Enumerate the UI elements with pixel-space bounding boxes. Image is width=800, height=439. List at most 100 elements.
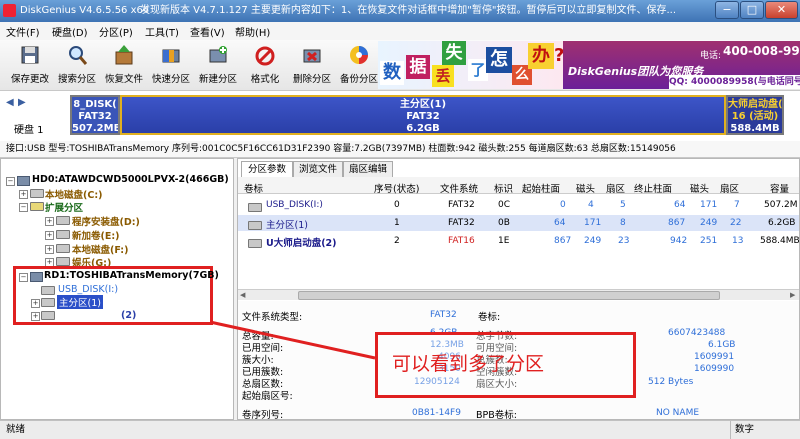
tree-usb-disk[interactable]: USB_DISK(I:) bbox=[58, 284, 118, 295]
usb-disk-icon bbox=[30, 272, 43, 282]
tree-item-e[interactable]: 新加卷(E:) bbox=[72, 228, 119, 242]
col-start-head[interactable]: 磁头 bbox=[576, 181, 595, 195]
close-button[interactable]: ✕ bbox=[765, 1, 798, 19]
menu-bar: 文件(F) 硬盘(D) 分区(P) 工具(T) 查看(V) 帮助(H) bbox=[0, 22, 800, 41]
recover-files-button[interactable]: 恢复文件 bbox=[103, 42, 145, 88]
tab-partition-params[interactable]: 分区参数 bbox=[241, 161, 293, 177]
col-end-sector[interactable]: 扇区 bbox=[720, 181, 739, 195]
hard-disk-icon bbox=[17, 176, 30, 186]
ad-banner[interactable]: 数 据 丢 失 了 怎 么 办 ? DiskGenius团队为您服务 电话: 4… bbox=[378, 41, 800, 89]
tree-item-d[interactable]: 程序安装盘(D:) bbox=[72, 214, 140, 228]
annotation-box: 可以看到多了分区 bbox=[375, 332, 636, 398]
partition-icon bbox=[41, 286, 55, 295]
disk-info-bar: 接口:USB 型号:TOSHIBATransMemory 序列号:001C0C5… bbox=[0, 141, 800, 158]
col-index[interactable]: 序号(状态) bbox=[374, 181, 419, 195]
recover-icon bbox=[115, 45, 133, 65]
new-partition-button[interactable]: 新建分区 bbox=[197, 42, 239, 88]
partition-icon bbox=[248, 203, 262, 212]
tree-item-extended[interactable]: 扩展分区 bbox=[45, 200, 83, 214]
col-start-cyl[interactable]: 起始柱面 bbox=[522, 181, 560, 195]
expand-icon[interactable]: + bbox=[31, 299, 40, 308]
minimize-button[interactable]: − bbox=[715, 1, 739, 19]
table-header bbox=[238, 177, 799, 194]
partition-icon bbox=[41, 298, 55, 307]
tab-browse-files[interactable]: 浏览文件 bbox=[293, 161, 343, 177]
new-partition-icon bbox=[209, 46, 227, 63]
partition-icon bbox=[248, 221, 262, 230]
disk-label: 硬盘 1 bbox=[14, 125, 44, 136]
tree-item-f[interactable]: 本地磁盘(F:) bbox=[72, 242, 128, 256]
menu-file[interactable]: 文件(F) bbox=[6, 24, 40, 39]
next-disk-icon[interactable]: ▶ bbox=[18, 97, 26, 108]
format-icon bbox=[255, 46, 275, 66]
col-end-cyl[interactable]: 终止柱面 bbox=[634, 181, 672, 195]
col-capacity[interactable]: 容量 bbox=[770, 181, 789, 195]
col-fs[interactable]: 文件系统 bbox=[440, 181, 478, 195]
col-start-sector[interactable]: 扇区 bbox=[606, 181, 625, 195]
expand-icon[interactable]: + bbox=[45, 245, 54, 254]
extended-partition-icon bbox=[30, 202, 44, 211]
app-icon bbox=[3, 4, 16, 17]
status-bar: 就绪 数字 bbox=[0, 420, 800, 439]
scroll-right-icon[interactable]: ▶ bbox=[790, 291, 795, 299]
window-title: DiskGenius V4.6.5.56 x64 bbox=[20, 5, 150, 16]
delete-partition-icon bbox=[303, 49, 321, 63]
tree-item-c[interactable]: 本地磁盘(C:) bbox=[45, 187, 102, 201]
partition-icon bbox=[248, 239, 262, 248]
tree-hd0[interactable]: HD0:ATAWDCWD5000LPVX-2(466GB) bbox=[32, 174, 229, 185]
partition-icon bbox=[56, 257, 70, 266]
tab-sector-edit[interactable]: 扇区编辑 bbox=[343, 161, 393, 177]
tree-boot-partition[interactable]: (2) bbox=[121, 310, 136, 321]
volume-label: 卷标: bbox=[478, 312, 501, 323]
menu-disk[interactable]: 硬盘(D) bbox=[52, 24, 88, 39]
tree-primary-partition[interactable]: 主分区(1) bbox=[57, 295, 103, 309]
scrollbar-thumb[interactable] bbox=[298, 291, 720, 300]
title-bar: DiskGenius V4.6.5.56 x64 发现新版本 V4.7.1.12… bbox=[0, 0, 800, 22]
horizontal-scrollbar[interactable]: ◀ ▶ bbox=[238, 289, 799, 300]
backup-partition-button[interactable]: 备份分区 bbox=[338, 42, 380, 88]
quick-partition-button[interactable]: 快速分区 bbox=[150, 42, 192, 88]
menu-tools[interactable]: 工具(T) bbox=[145, 24, 179, 39]
partition-icon bbox=[30, 189, 44, 198]
annotation-arrow bbox=[209, 320, 376, 360]
backup-icon bbox=[350, 46, 368, 64]
save-icon bbox=[21, 46, 39, 64]
tree-rd1[interactable]: RD1:TOSHIBATransMemory(7GB) bbox=[44, 270, 219, 281]
disk-segment-primary[interactable]: 主分区(1) FAT32 6.2GB bbox=[120, 95, 726, 135]
disk-map: ◀ ▶ 硬盘 1 8_DISK(FAT32 507.2MB 主分区(1) FAT32… bbox=[0, 91, 800, 142]
menu-help[interactable]: 帮助(H) bbox=[235, 24, 270, 39]
quick-partition-icon bbox=[162, 49, 180, 63]
collapse-icon[interactable]: − bbox=[19, 273, 28, 282]
col-label[interactable]: 卷标 bbox=[244, 181, 263, 195]
scroll-left-icon[interactable]: ◀ bbox=[240, 291, 245, 299]
update-message[interactable]: 发现新版本 V4.7.1.127 主要更新内容如下：1、在恢复文件对话框中增加"… bbox=[140, 0, 676, 22]
expand-icon[interactable]: + bbox=[45, 217, 54, 226]
fs-type-value: FAT32 bbox=[430, 310, 457, 320]
col-end-head[interactable]: 磁头 bbox=[690, 181, 709, 195]
save-changes-button[interactable]: 保存更改 bbox=[9, 42, 51, 88]
expand-icon[interactable]: + bbox=[45, 231, 54, 240]
col-id[interactable]: 标识 bbox=[494, 181, 513, 195]
partition-icon bbox=[41, 311, 55, 320]
partition-icon bbox=[56, 230, 70, 239]
prev-disk-icon[interactable]: ◀ bbox=[6, 97, 14, 108]
partition-icon bbox=[56, 244, 70, 253]
expand-icon[interactable]: + bbox=[19, 190, 28, 199]
status-text: 就绪 bbox=[6, 424, 26, 435]
disk-segment-boot[interactable]: 大师启动盘(16 (活动) 588.4MB bbox=[726, 95, 784, 135]
partition-icon bbox=[56, 216, 70, 225]
collapse-icon[interactable]: − bbox=[19, 203, 28, 212]
menu-partition[interactable]: 分区(P) bbox=[99, 24, 133, 39]
expand-icon[interactable]: + bbox=[31, 312, 40, 321]
collapse-icon[interactable]: − bbox=[6, 177, 15, 186]
disk-segment-usb[interactable]: 8_DISK(FAT32 507.2MB bbox=[70, 95, 120, 135]
num-lock-indicator: 数字 bbox=[730, 421, 754, 439]
search-partition-button[interactable]: 搜索分区 bbox=[56, 42, 98, 88]
menu-view[interactable]: 查看(V) bbox=[190, 24, 225, 39]
disk-tree: − HD0:ATAWDCWD5000LPVX-2(466GB) + 本地磁盘(C… bbox=[0, 158, 234, 420]
annotation-text: 可以看到多了分区 bbox=[392, 353, 545, 375]
search-icon bbox=[69, 46, 87, 65]
maximize-button[interactable]: □ bbox=[740, 1, 764, 19]
format-button[interactable]: 格式化 bbox=[244, 42, 286, 88]
delete-partition-button[interactable]: 删除分区 bbox=[291, 42, 333, 88]
